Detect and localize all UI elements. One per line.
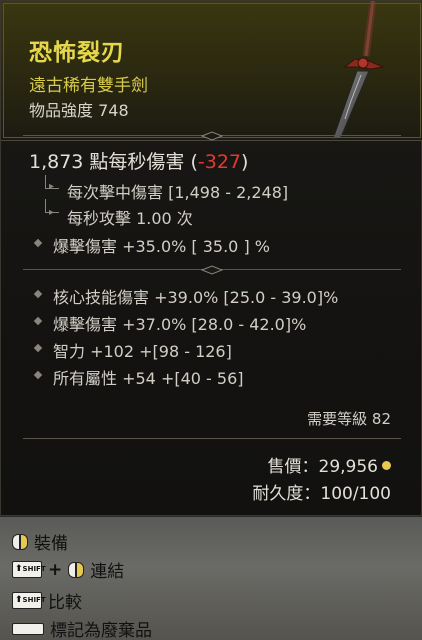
affix-row: 智力 +102 +[98 - 126] [53,342,232,361]
durability: 耐久度：100/100 [252,484,391,504]
item-tooltip: 恐怖裂刃 遠古稀有雙手劍 物品強度 748 1,873 點每秒傷害 (-327)… [0,0,422,516]
dps-delta: -327 [197,151,242,173]
space-key-icon [12,622,44,635]
base-stat-speed: 每秒攻擊 1.00 次 [67,209,193,228]
affix-row: 核心技能傷害 +39.0% [25.0 - 39.0]% [53,288,339,307]
diamond-bullet-icon [33,370,43,380]
sword-icon [332,1,385,140]
control-mark-junk-label: 標記為廢棄品 [50,621,152,640]
diamond-bullet-icon [33,316,43,326]
item-power: 物品強度 748 [29,101,129,120]
arrow-icon: ▸ [49,207,55,218]
base-stat-damage: 每次擊中傷害 [1,498 - 2,248] [67,183,289,202]
diamond-bullet-icon [33,343,43,353]
mouse-icon [68,561,85,578]
footer-divider [23,434,401,444]
arrow-icon: ▸ [49,181,55,192]
implicit-affix: 爆擊傷害 +35.0% [ 35.0 ] % [53,237,270,256]
affix-row: 爆擊傷害 +37.0% [28.0 - 42.0]% [53,315,307,334]
shift-key-icon: ⬆SHIFT [12,561,46,578]
control-equip-label: 裝備 [34,534,68,554]
required-level: 需要等級 82 [307,410,391,428]
gold-coin-icon [382,461,391,470]
controls-panel: 裝備 ⬆SHIFT + 連結 ⬆SHIFT 比較 標記為廢棄品 [0,516,422,640]
item-type: 遠古稀有雙手劍 [29,76,148,96]
dps-value: 1,873 點每秒傷害 ( [29,151,198,173]
control-link[interactable]: ⬆SHIFT + 連結 [12,557,124,582]
control-compare[interactable]: ⬆SHIFT 比較 [12,588,82,613]
diamond-bullet-icon [33,238,43,248]
dps-line: 1,873 點每秒傷害 (-327) [29,147,248,174]
shift-key-icon: ⬆SHIFT [12,592,46,609]
diamond-bullet-icon [33,289,43,299]
dps-close: ) [241,151,249,173]
header-divider [23,131,401,141]
affix-row: 所有屬性 +54 +[40 - 56] [53,369,244,388]
item-name: 恐怖裂刃 [29,40,125,66]
sell-price-text: 售價：29,956 [267,457,378,477]
tooltip-header: 恐怖裂刃 遠古稀有雙手劍 物品強度 748 [1,1,422,141]
control-equip[interactable]: 裝備 [12,529,68,554]
control-mark-junk[interactable]: 標記為廢棄品 [12,616,152,640]
affix-divider [23,265,401,275]
control-compare-label: 比較 [48,593,82,613]
control-link-label: 連結 [90,562,125,582]
plus-sign: + [48,559,63,580]
sell-price: 售價：29,956 [268,452,391,477]
mouse-icon [12,533,28,550]
